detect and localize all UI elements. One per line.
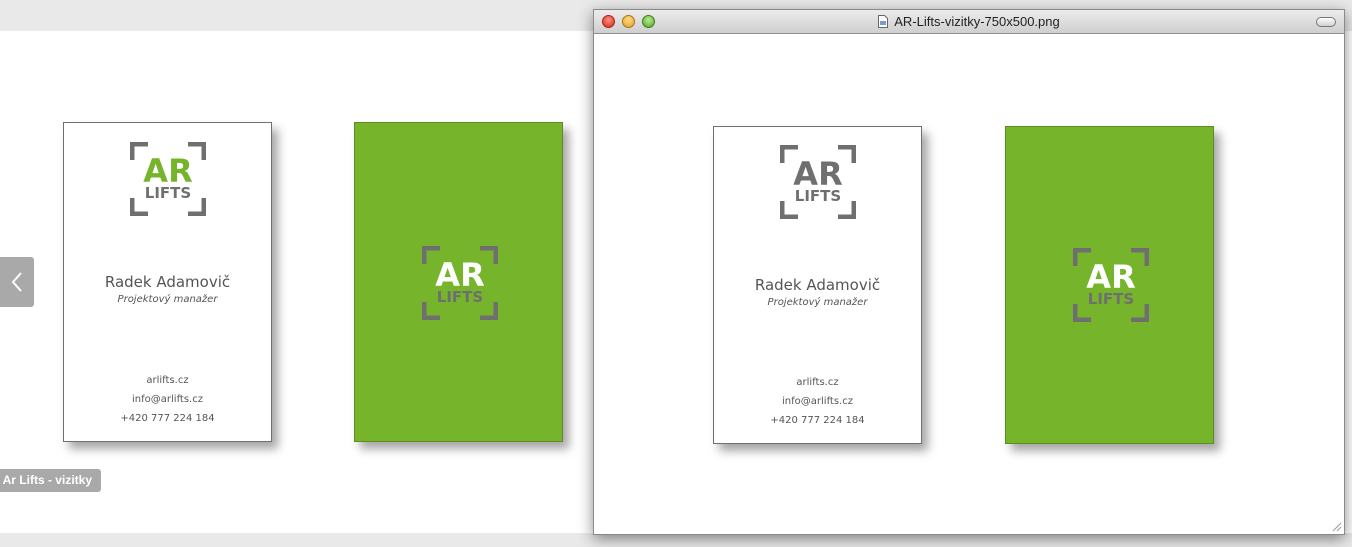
preview-card-back: AR LIFTS <box>1005 126 1214 444</box>
card-phone: +420 777 224 184 <box>770 415 865 426</box>
card-web: arlifts.cz <box>146 375 189 386</box>
card-name: Radek Adamovič <box>754 276 881 294</box>
image-viewport: AR LIFTS Radek Adamovič Projektový manaž… <box>594 34 1344 534</box>
business-card-front: AR LIFTS Radek Adamovič Projektový manaž… <box>63 122 272 442</box>
card-email: info@arlifts.cz <box>782 396 853 407</box>
gallery-caption: Ar Lifts - vizitky <box>0 469 101 492</box>
previous-slide-button[interactable] <box>0 257 34 307</box>
card-role: Projektový manažer <box>117 294 218 305</box>
preview-window: AR-Lifts-vizitky-750x500.png AR LIFTS Ra… <box>593 9 1345 535</box>
business-card-back: AR LIFTS <box>354 122 563 442</box>
logo-lifts-text: LIFTS <box>437 288 483 306</box>
window-titlebar[interactable]: AR-Lifts-vizitky-750x500.png <box>594 10 1344 34</box>
window-title-text: AR-Lifts-vizitky-750x500.png <box>894 14 1060 29</box>
logo-lifts-text: LIFTS <box>1088 290 1134 308</box>
preview-card-front: AR LIFTS Radek Adamovič Projektový manaž… <box>713 126 922 444</box>
ar-lifts-logo: AR LIFTS <box>422 246 498 320</box>
logo-lifts-text: LIFTS <box>795 187 841 205</box>
ar-lifts-logo: AR LIFTS <box>130 142 206 216</box>
card-name: Radek Adamovič <box>104 273 231 291</box>
ar-lifts-logo: AR LIFTS <box>1073 248 1149 322</box>
card-web: arlifts.cz <box>796 377 839 388</box>
card-phone: +420 777 224 184 <box>120 413 215 424</box>
image-file-icon <box>878 15 889 28</box>
card-email: info@arlifts.cz <box>132 394 203 405</box>
toolbar-toggle-button[interactable] <box>1316 17 1336 27</box>
logo-lifts-text: LIFTS <box>145 184 191 202</box>
window-title: AR-Lifts-vizitky-750x500.png <box>594 10 1344 34</box>
card-role: Projektový manažer <box>767 297 868 308</box>
ar-lifts-logo: AR LIFTS <box>780 145 856 219</box>
chevron-left-icon <box>11 272 22 292</box>
resize-grip-icon[interactable] <box>1332 522 1342 532</box>
